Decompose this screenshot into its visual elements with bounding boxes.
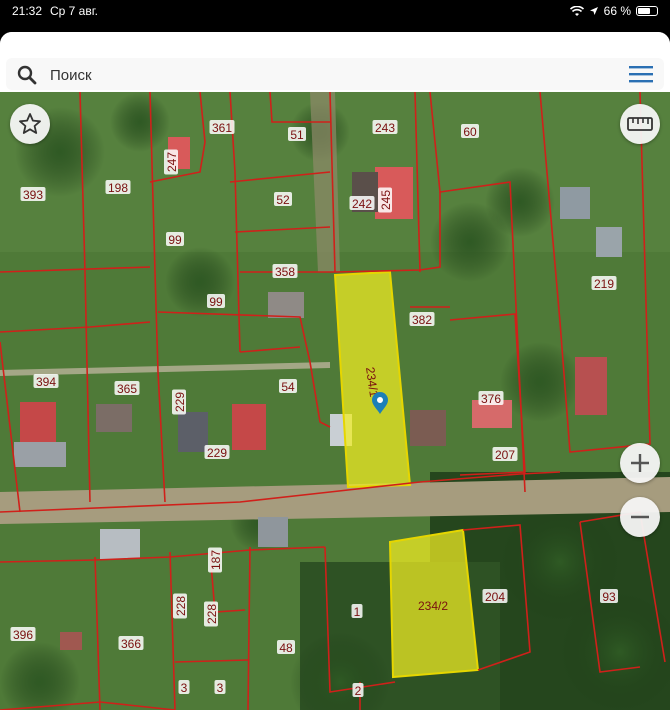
plot-label-243: 243 [372, 120, 398, 135]
plot-label-3: 3 [178, 680, 190, 695]
plot-label-187: 187 [208, 547, 223, 573]
plot-number: 1 [354, 605, 361, 619]
plot-label-396: 396 [10, 627, 36, 642]
plot-number: 99 [209, 295, 223, 309]
search-field[interactable] [6, 58, 664, 90]
plot-number: 48 [279, 641, 293, 655]
plot-number: 229 [173, 392, 187, 412]
plot-label-382: 382 [409, 312, 435, 327]
map-canvas[interactable]: 361 51 243 60247393 19852 242 2459999358219382… [0, 92, 670, 710]
plot-number: 376 [481, 392, 501, 406]
plot-label-358: 358 [272, 264, 298, 279]
plot-label-204: 204 [482, 589, 508, 604]
plot-number: 365 [117, 382, 137, 396]
plot-label-48: 48 [277, 640, 295, 655]
plot-label-394: 394 [33, 374, 59, 389]
plot-number: 207 [495, 448, 515, 462]
plot-number: 3 [181, 681, 188, 695]
zoom-in-button[interactable] [620, 443, 660, 483]
plot-label-376: 376 [478, 391, 504, 406]
plot-label-361: 361 [209, 120, 235, 135]
zoom-out-button[interactable] [620, 497, 660, 537]
plot-number: 247 [165, 152, 179, 172]
plot-number: 229 [207, 446, 227, 460]
plot-number: 3 [217, 681, 224, 695]
plot-label-51: 51 [288, 127, 306, 142]
plot-number: 358 [275, 265, 295, 279]
plot-label-60: 60 [461, 124, 479, 139]
plot-label-229: 229 [172, 389, 187, 415]
battery-level [638, 8, 650, 14]
favorite-button[interactable] [10, 104, 50, 144]
plot-label-54: 54 [279, 379, 297, 394]
minus-icon [631, 515, 649, 519]
plot-number: 2 [355, 684, 362, 698]
plot-label-3: 3 [214, 680, 226, 695]
plot-label-393: 393 [20, 187, 46, 202]
satellite-map[interactable]: 361 51 243 60 247 393 198 52 242 245 99 99 358 219 382… [0, 92, 670, 710]
plot-number: 52 [276, 193, 290, 207]
plot-number: 394 [36, 375, 56, 389]
status-time: 21:32 [12, 4, 43, 18]
battery-icon [636, 6, 658, 16]
plot-number: 187 [209, 550, 223, 570]
search-bar [0, 32, 670, 92]
status-date: Ср 7 авг. [50, 4, 98, 18]
plot-number: 243 [375, 121, 395, 135]
plot-number: 99 [168, 233, 182, 247]
plot-number: 382 [412, 313, 432, 327]
plot-label-2: 2 [352, 683, 364, 698]
star-icon [19, 113, 41, 134]
plot-label-99: 99 [207, 294, 225, 309]
plot-number: 245 [379, 190, 393, 210]
plot-label-366: 366 [118, 636, 144, 651]
plot-number: 234/2 [418, 599, 448, 613]
menu-icon[interactable] [628, 63, 654, 85]
plot-label-365: 365 [114, 381, 140, 396]
plot-number: 204 [485, 590, 505, 604]
plot-label-234-2: 234/2 [418, 599, 448, 613]
plot-label-245: 245 [378, 187, 393, 213]
plot-number: 361 [212, 121, 232, 135]
plot-label-93: 93 [600, 589, 618, 604]
plot-label-219: 219 [591, 276, 617, 291]
plot-label-228: 228 [173, 593, 188, 619]
plot-number: 242 [352, 197, 372, 211]
plot-number: 60 [463, 125, 477, 139]
status-right: 66 % [569, 4, 658, 18]
plot-label-242: 242 [349, 196, 375, 211]
plot-number: 198 [108, 181, 128, 195]
map-sheet: 3615124360247393198522422459999358219382… [0, 32, 670, 710]
search-icon[interactable] [16, 64, 38, 86]
plot-label-207: 207 [492, 447, 518, 462]
plot-number: 51 [290, 128, 304, 142]
plot-number: 396 [13, 628, 33, 642]
plot-label-247: 247 [164, 149, 179, 175]
plot-number: 366 [121, 637, 141, 651]
battery-percent: 66 % [603, 4, 631, 18]
plot-number: 228 [205, 604, 219, 624]
plot-number: 54 [281, 380, 295, 394]
wifi-icon [569, 5, 584, 16]
measure-button[interactable] [620, 104, 660, 144]
plus-icon [631, 454, 649, 472]
plot-number: 228 [174, 596, 188, 616]
ruler-icon [627, 117, 653, 131]
plot-number: 393 [23, 188, 43, 202]
status-bar: 21:32 Ср 7 авг. 66 % [0, 0, 670, 22]
plot-number: 93 [602, 590, 616, 604]
plot-label-52: 52 [274, 192, 292, 207]
plot-number: 219 [594, 277, 614, 291]
plot-label-1: 1 [351, 604, 363, 619]
plot-label-198: 198 [105, 180, 131, 195]
search-input[interactable] [48, 62, 612, 88]
plot-label-99: 99 [166, 232, 184, 247]
plot-label-229: 229 [204, 445, 230, 460]
location-arrow-icon [589, 7, 598, 15]
plot-label-228: 228 [204, 601, 219, 627]
